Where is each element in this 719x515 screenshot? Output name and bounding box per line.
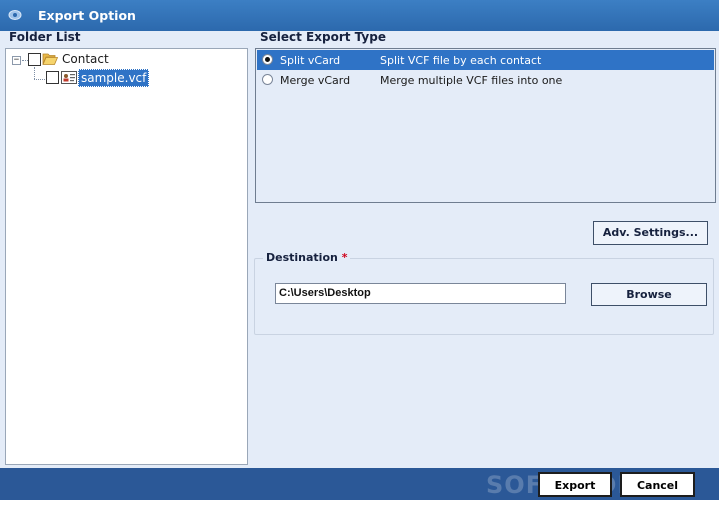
option-name: Merge vCard bbox=[280, 74, 351, 87]
radio-split-vcard[interactable] bbox=[262, 54, 273, 65]
export-type-list[interactable]: Split vCard Split VCF file by each conta… bbox=[255, 48, 716, 203]
tree-connector bbox=[34, 79, 45, 80]
tree-connector bbox=[34, 67, 35, 79]
export-button[interactable]: Export bbox=[538, 472, 612, 497]
title-bar: Export Option bbox=[0, 0, 719, 31]
folder-list-heading: Folder List bbox=[9, 30, 81, 44]
adv-settings-button[interactable]: Adv. Settings... bbox=[593, 221, 708, 245]
required-mark: * bbox=[341, 251, 348, 264]
collapse-icon[interactable]: − bbox=[12, 56, 21, 65]
destination-label-text: Destination bbox=[266, 251, 338, 264]
tree-item-contact[interactable]: Contact bbox=[62, 52, 109, 66]
cancel-button[interactable]: Cancel bbox=[620, 472, 695, 497]
contact-checkbox[interactable] bbox=[28, 53, 41, 66]
export-option-split-vcard[interactable]: Split vCard Split VCF file by each conta… bbox=[257, 50, 714, 70]
vcard-file-icon bbox=[61, 71, 77, 84]
export-option-merge-vcard[interactable]: Merge vCard Merge multiple VCF files int… bbox=[257, 70, 714, 90]
option-name: Split vCard bbox=[280, 54, 341, 67]
folder-tree[interactable]: − Contact sample.vcf bbox=[5, 48, 248, 465]
sample-vcf-checkbox[interactable] bbox=[46, 71, 59, 84]
open-folder-icon bbox=[42, 53, 58, 65]
tree-item-sample-vcf[interactable]: sample.vcf bbox=[78, 69, 150, 87]
option-description: Merge multiple VCF files into one bbox=[380, 74, 563, 87]
option-description: Split VCF file by each contact bbox=[380, 54, 542, 67]
window-title: Export Option bbox=[38, 8, 136, 23]
radio-merge-vcard[interactable] bbox=[262, 74, 273, 85]
destination-label: Destination * bbox=[263, 251, 351, 264]
export-type-heading: Select Export Type bbox=[260, 30, 386, 44]
browse-button[interactable]: Browse bbox=[591, 283, 707, 306]
destination-path-input[interactable]: C:\Users\Desktop bbox=[275, 283, 566, 304]
app-icon bbox=[8, 10, 22, 20]
